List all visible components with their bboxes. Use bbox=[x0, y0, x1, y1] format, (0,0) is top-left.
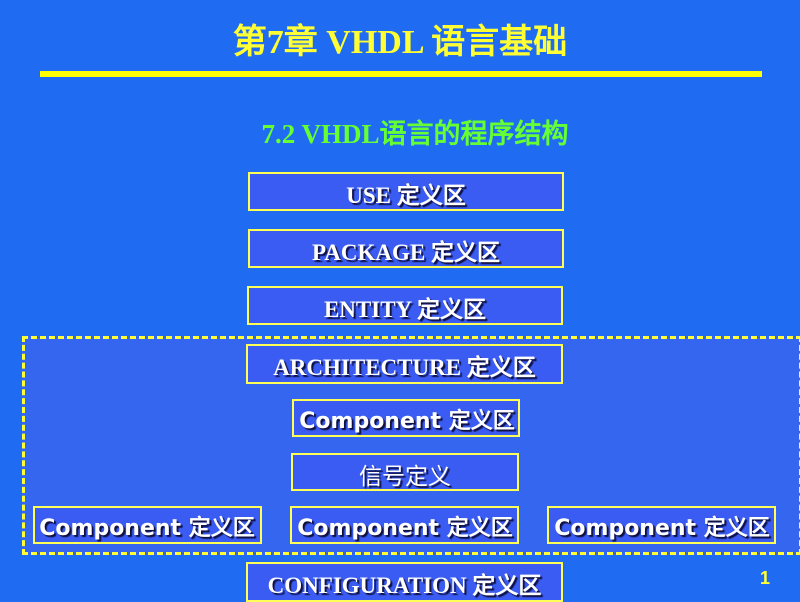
entity-block-label: ENTITY 定义区 bbox=[323, 297, 487, 322]
configuration-block-label: CONFIGURATION 定义区 bbox=[267, 573, 542, 598]
package-block-label: PACKAGE 定义区 bbox=[311, 240, 501, 265]
slide-subtitle: 7.2 VHDL语言的程序结构 bbox=[261, 119, 569, 149]
page-number: 1 bbox=[759, 568, 770, 588]
architecture-block-label: ARCHITECTURE 定义区 bbox=[273, 355, 536, 380]
signal-block-label: 信号定义 bbox=[359, 464, 451, 489]
component-right-block-label: Component 定义区 bbox=[554, 516, 770, 541]
component-mid-block-label: Component 定义区 bbox=[297, 516, 513, 541]
component-top-block-label: Component 定义区 bbox=[299, 409, 515, 434]
slide-title: 第7章 VHDL 语言基础 bbox=[232, 24, 568, 61]
title-underline bbox=[40, 71, 762, 77]
use-block-label: USE 定义区 bbox=[346, 183, 466, 208]
component-left-block-label: Component 定义区 bbox=[39, 516, 255, 541]
